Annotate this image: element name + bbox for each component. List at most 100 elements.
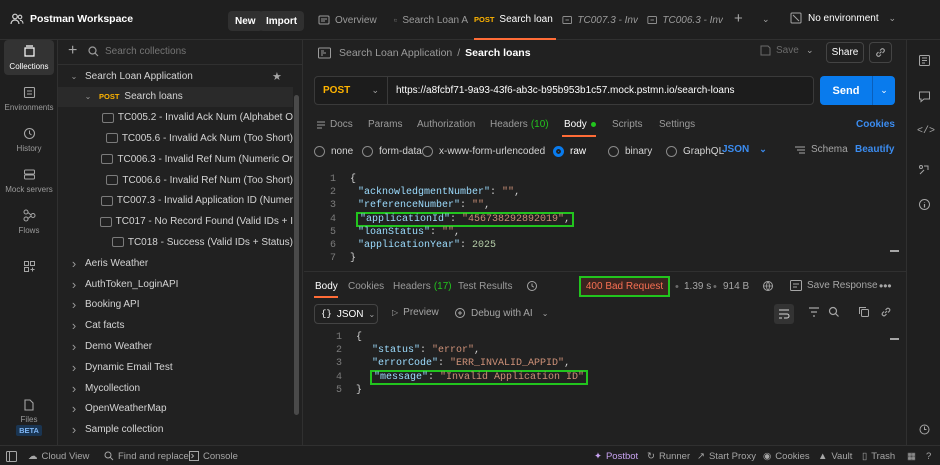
search-collections-input[interactable]	[88, 41, 293, 61]
tab-authorization[interactable]: Authorization	[417, 119, 475, 130]
chevron-right-icon[interactable]: ›	[68, 360, 80, 375]
wrap-lines-button[interactable]	[774, 304, 794, 324]
response-time[interactable]: 1.39 s	[684, 281, 711, 292]
sidebar-tree-item[interactable]: ⌄ Search Loan Application ★	[58, 66, 293, 86]
sidebar-tree-item[interactable]: › OpenWeatherMap	[58, 399, 293, 419]
related-icon[interactable]	[918, 163, 931, 176]
rail-item-environments[interactable]: Environments	[0, 86, 58, 112]
sidebar-tree-item[interactable]: ⌄ POST Search loans	[58, 86, 293, 107]
save-dropdown-chevron-icon[interactable]: ⌄	[806, 45, 814, 56]
sidebar-tree-item[interactable]: TC005.6 - Invalid Ack Num (Too Short)	[58, 128, 293, 148]
response-tab-headers[interactable]: Headers (17)	[393, 281, 452, 292]
tab-settings[interactable]: Settings	[659, 119, 695, 130]
rail-item-collections[interactable]: Collections	[0, 45, 58, 71]
tab-tc006-3[interactable]: TC006.3 - Inv	[647, 0, 723, 40]
tab-headers[interactable]: Headers (10)	[490, 119, 549, 130]
debug-with-ai-button[interactable]: Debug with AI ⌄	[454, 307, 548, 319]
breadcrumb-current[interactable]: Search loans	[465, 47, 530, 59]
sidebar-tree-item[interactable]: TC006.6 - Invalid Ref Num (Too Short)	[58, 170, 293, 190]
response-tab-body[interactable]: Body	[315, 281, 338, 292]
rail-item-flows[interactable]: Flows	[0, 209, 58, 235]
body-type-graphql[interactable]: GraphQL	[666, 145, 726, 157]
preview-button[interactable]: ▷ Preview	[392, 307, 439, 318]
copy-link-button[interactable]	[869, 42, 892, 63]
response-size[interactable]: 914 B	[723, 281, 749, 292]
workspace-switcher[interactable]: Postman Workspace	[10, 12, 133, 26]
runner-button[interactable]: ↻ Runner	[647, 446, 690, 465]
filter-icon[interactable]	[808, 306, 820, 318]
find-replace-button[interactable]: Find and replace	[104, 446, 189, 465]
send-button[interactable]: Send ⌄	[820, 76, 895, 105]
chevron-right-icon[interactable]: ›	[68, 256, 80, 271]
sidebar-tree-item[interactable]: › Sample collection	[58, 420, 293, 440]
chevron-right-icon[interactable]: ›	[68, 422, 80, 437]
sidebar-tree-item[interactable]: › AuthToken_LoginAPI	[58, 274, 293, 294]
sidebar-tree-item[interactable]: › Dynamic Email Test	[58, 357, 293, 377]
send-dropdown-chevron-icon[interactable]: ⌄	[873, 85, 895, 96]
environment-selector[interactable]: No environment ⌄	[790, 12, 896, 24]
rail-item-more[interactable]	[0, 260, 58, 273]
more-options-icon[interactable]: •••	[879, 279, 892, 293]
chevron-right-icon[interactable]: ›	[68, 339, 80, 354]
response-scrollbar-thumb[interactable]	[890, 338, 899, 340]
response-body-viewer[interactable]: 1 {2 "status": "error", 3 "errorCode": "ERR_…	[304, 328, 898, 398]
tab-search-loans[interactable]: POST Search loan	[474, 0, 556, 40]
sidebar-tree-item[interactable]: TC005.2 - Invalid Ack Num (Alphabet O	[58, 108, 293, 128]
documentation-icon[interactable]	[918, 54, 931, 67]
layout-toggle-icon[interactable]	[6, 446, 17, 465]
body-type-raw[interactable]: raw	[553, 145, 608, 157]
search-field[interactable]	[105, 45, 275, 57]
chevron-right-icon[interactable]: ›	[68, 381, 80, 396]
chevron-right-icon[interactable]: ›	[68, 277, 80, 292]
body-type-form-data[interactable]: form-data	[362, 145, 422, 157]
body-type-x-www-form-urlencoded[interactable]: x-www-form-urlencoded	[422, 145, 553, 157]
sidebar-tree-item[interactable]: TC006.3 - Invalid Ref Num (Numeric Or	[58, 149, 293, 169]
comments-icon[interactable]	[918, 90, 931, 103]
beautify-link[interactable]: Beautify	[855, 144, 894, 155]
editor-scrollbar-thumb[interactable]	[890, 250, 899, 252]
sidebar-tree-item[interactable]: › Aeris Weather	[58, 253, 293, 273]
sidebar-tree-item[interactable]: TC017 - No Record Found (Valid IDs + I	[58, 212, 293, 232]
rail-item-history[interactable]: History	[0, 127, 58, 153]
share-button[interactable]: Share	[826, 42, 864, 63]
network-globe-icon[interactable]	[762, 280, 774, 292]
chevron-right-icon[interactable]: ›	[68, 297, 80, 312]
sidebar-tree-item[interactable]: › Cat facts	[58, 316, 293, 336]
tab-docs[interactable]: Docs	[316, 119, 353, 130]
response-tab-test-results[interactable]: Test Results	[458, 281, 512, 292]
method-selector[interactable]: POST ⌄	[315, 77, 388, 104]
copy-icon[interactable]	[858, 306, 870, 318]
console-button[interactable]: Console	[189, 446, 238, 465]
search-icon[interactable]	[828, 306, 840, 318]
breadcrumb-parent[interactable]: Search Loan Application	[339, 47, 452, 59]
tab-overview[interactable]: Overview	[318, 0, 386, 40]
chevron-right-icon[interactable]: ›	[68, 318, 80, 333]
start-proxy-button[interactable]: ↗ Start Proxy	[697, 446, 756, 465]
sidebar-tree-item[interactable]: › Demo Weather	[58, 336, 293, 356]
tab-params[interactable]: Params	[368, 119, 402, 130]
sidebar-scrollbar[interactable]	[294, 95, 299, 415]
tab-tc007-3[interactable]: TC007.3 - Inv	[562, 0, 638, 40]
save-button[interactable]: Save	[760, 45, 799, 56]
rail-item-files[interactable]: Files BETA	[0, 398, 58, 436]
code-snippet-icon[interactable]: </>	[917, 126, 935, 137]
sidebar-tree-item[interactable]: TC007.3 - Invalid Application ID (Numer	[58, 191, 293, 211]
tab-body[interactable]: Body	[564, 119, 596, 130]
tabs-overflow-chevron-icon[interactable]: ⌄	[762, 14, 770, 25]
chevron-right-icon[interactable]: ›	[68, 401, 80, 416]
tab-search-loan-app[interactable]: Search Loan A	[394, 0, 468, 40]
import-button[interactable]: Import	[259, 11, 305, 31]
cookies-button[interactable]: ◉ Cookies	[763, 446, 810, 465]
new-button[interactable]: New	[228, 11, 263, 31]
response-format-selector[interactable]: {} JSON ⌄	[314, 304, 378, 324]
chevron-down-icon[interactable]: ⌄	[82, 92, 94, 101]
chevron-down-icon[interactable]: ⌄	[68, 72, 80, 81]
save-response-button[interactable]: Save Response	[790, 280, 878, 291]
response-tab-cookies[interactable]: Cookies	[348, 281, 384, 292]
postbot-button[interactable]: ✦ Postbot	[594, 446, 638, 465]
settings-sync-icon[interactable]	[918, 423, 931, 436]
link-icon[interactable]	[880, 306, 892, 318]
tab-scripts[interactable]: Scripts	[612, 119, 643, 130]
sidebar-tree-item[interactable]: › Mycollection	[58, 378, 293, 398]
star-icon[interactable]: ★	[272, 70, 282, 83]
